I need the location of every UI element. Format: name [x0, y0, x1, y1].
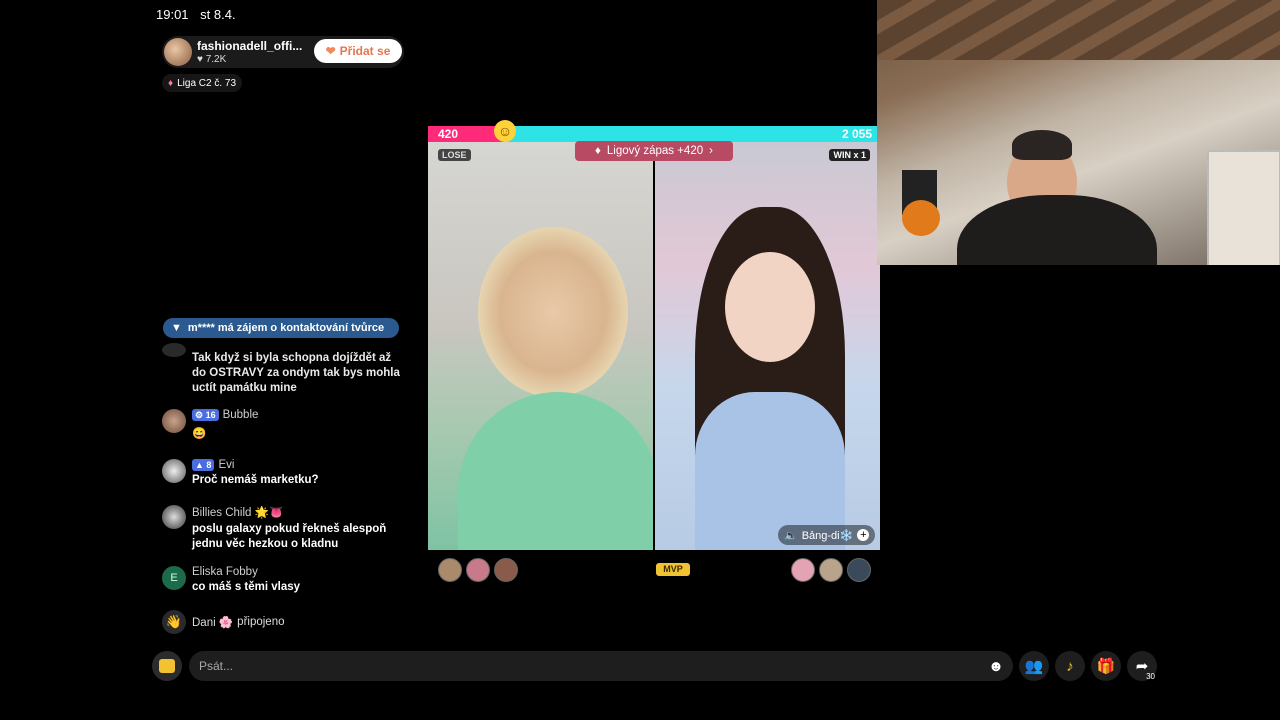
avatar[interactable] [494, 558, 518, 582]
chat-message: Tak když si byla schopna dojíždět až do … [162, 343, 407, 394]
co-host-label[interactable]: 🔈 Bảng-di❄️ + [778, 525, 876, 545]
smiley-icon: ☺ [494, 120, 516, 142]
status-bar: 19:01 st 8.4. [156, 7, 236, 22]
avatar[interactable] [819, 558, 843, 582]
host-name: fashionadell_offi... [197, 39, 303, 53]
webcam-overlay [877, 0, 1280, 265]
left-streamer-video[interactable]: LOSE [428, 142, 653, 550]
win-badge: WIN x 1 [829, 149, 870, 161]
host-avatar[interactable] [164, 38, 192, 66]
status-time: 19:01 [156, 7, 189, 22]
chat-text: poslu galaxy pokud řekneš alespoň jednu … [192, 523, 387, 550]
chat-message: ⚙ 16 Bubble 😄 [162, 409, 407, 443]
mvp-badge: MVP [656, 563, 690, 576]
tiktok-icon: ♪ [1066, 657, 1074, 675]
chat-input[interactable]: Psát... ☻ [189, 651, 1013, 681]
gift-button[interactable]: 🎁 [1091, 651, 1121, 681]
chevron-right-icon: › [709, 145, 713, 157]
pumpkin [902, 200, 940, 236]
hearts-icon: ❤ [325, 44, 336, 58]
wave-icon: 👋 [162, 610, 186, 634]
guests-button[interactable]: 👥 [1019, 651, 1049, 681]
chat-message: E Eliska Fobby co máš s těmi vlasy [162, 566, 407, 596]
heart-icon: ♥ [197, 54, 203, 65]
chat-user[interactable]: Billies Child 🌟👅 [192, 505, 283, 519]
host-likes: ♥ 7.2K [197, 54, 227, 65]
lose-badge: LOSE [438, 149, 471, 161]
chat-message: Billies Child 🌟👅 poslu galaxy pokud řekn… [162, 505, 407, 551]
left-top-gifters[interactable] [438, 558, 528, 584]
streamer-body [957, 195, 1157, 265]
streamer-face [478, 227, 628, 397]
streamer-face [725, 252, 815, 362]
filter-icon: ▼ [171, 322, 182, 334]
avatar[interactable] [791, 558, 815, 582]
level-badge: ▲ 8 [192, 459, 215, 471]
league-badge[interactable]: ♦ Liga C2 č. 73 [162, 74, 243, 92]
people-icon: 👥 [1024, 658, 1044, 675]
avatar[interactable] [847, 558, 871, 582]
avatar[interactable] [438, 558, 462, 582]
avatar[interactable] [466, 558, 490, 582]
avatar[interactable] [162, 409, 186, 433]
league-match-button[interactable]: ♦ Ligový zápas +420 › [575, 141, 733, 161]
avatar[interactable] [162, 459, 186, 483]
chat-input-placeholder: Psát... [199, 659, 234, 673]
gift-icon: 🎁 [1096, 658, 1116, 675]
poster-card [1207, 150, 1280, 265]
share-count: 30 [1146, 672, 1155, 681]
diamond-icon: ♦ [595, 145, 601, 157]
creator-contact-banner[interactable]: ▼ m**** má zájem o kontaktování tvůrce [163, 318, 399, 338]
mute-icon: 🔈 [784, 529, 798, 542]
right-top-gifters[interactable] [791, 558, 881, 584]
avatar[interactable] [162, 505, 186, 529]
streamer-body [458, 392, 653, 550]
host-info[interactable]: fashionadell_offi... ♥ 7.2K ❤ Přidat se [162, 36, 404, 68]
avatar [162, 343, 186, 357]
join-text: připojeno [237, 616, 285, 628]
chat-user[interactable]: Eliska Fobby [192, 566, 258, 578]
status-date: st 8.4. [200, 7, 236, 22]
roof-beams [877, 0, 1280, 60]
left-score: 420 [438, 127, 459, 141]
chat-text: Tak když si byla schopna dojíždět až do … [192, 352, 400, 394]
sticker-button[interactable] [152, 651, 182, 681]
sticker-icon [159, 659, 175, 673]
diamond-icon: ♦ [168, 77, 174, 89]
avatar[interactable]: E [162, 566, 186, 590]
right-score: 2 055 [841, 127, 872, 141]
chat-text: 😄 [192, 428, 207, 440]
chat-text: co máš s těmi vlasy [192, 581, 301, 593]
join-message: 👋 Dani 🌸 připojeno [162, 610, 407, 634]
chat-text: Proč nemáš marketku? [192, 474, 319, 486]
emoji-button[interactable]: ☻ [981, 651, 1011, 681]
chat-user[interactable]: ⚙ 16 Bubble [192, 409, 258, 421]
chat-message: ▲ 8 Evi Proč nemáš marketku? [162, 459, 407, 489]
chat-user[interactable]: ▲ 8 Evi [192, 459, 234, 471]
level-badge: ⚙ 16 [192, 409, 219, 421]
share-button[interactable]: ➦ 30 [1127, 651, 1157, 681]
join-user: Dani 🌸 [192, 617, 234, 629]
emoji-icon: ☻ [988, 657, 1004, 675]
tiktok-button[interactable]: ♪ [1055, 651, 1085, 681]
plus-icon[interactable]: + [857, 529, 870, 541]
right-streamer-video[interactable]: WIN x 1 [655, 142, 880, 550]
streamer-hair [1012, 130, 1072, 160]
follow-button[interactable]: ❤ Přidat se [314, 39, 402, 63]
